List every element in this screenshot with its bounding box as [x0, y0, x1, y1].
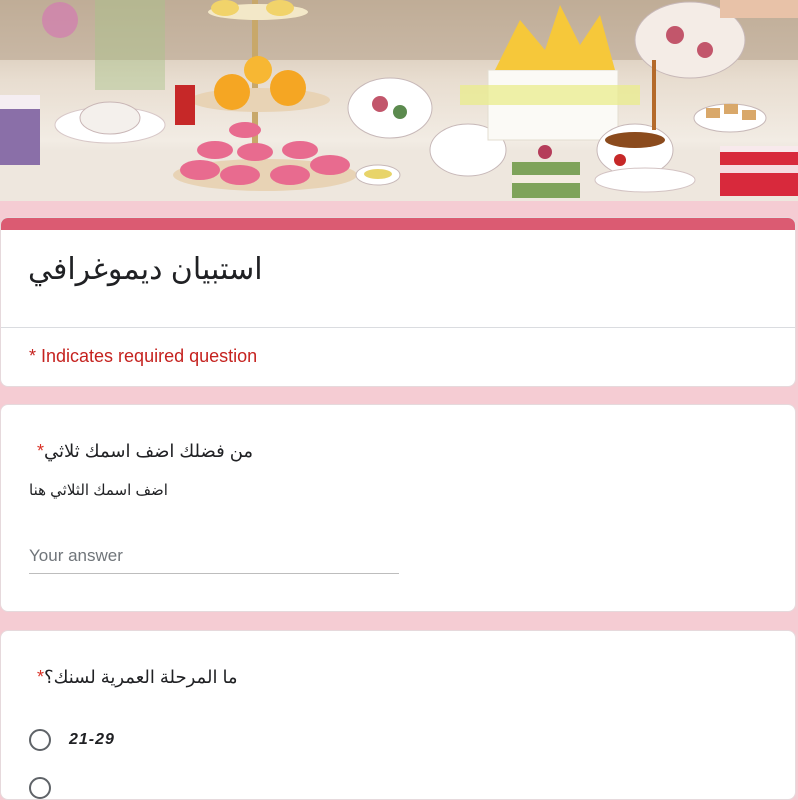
tea-party-illustration [0, 0, 798, 201]
age-option-21-29[interactable]: 21-29 [29, 729, 115, 751]
radio-button[interactable] [29, 777, 51, 799]
question-title-text: من فضلك اضف اسمك ثلاثي [44, 441, 254, 461]
required-asterisk: * [37, 667, 45, 687]
name-answer-input[interactable] [29, 539, 399, 574]
radio-button[interactable] [29, 729, 51, 751]
header-banner-image [0, 0, 798, 201]
question-title: ما المرحلة العمرية لسنك؟* [29, 667, 238, 688]
form-title: استبيان ديموغرافي [28, 253, 263, 286]
question-title: من فضلك اضف اسمك ثلاثي* [29, 441, 253, 462]
accent-bar [1, 218, 795, 230]
required-note: * Indicates required question [29, 346, 258, 366]
age-option-next[interactable] [29, 777, 51, 799]
question-card-age: ما المرحلة العمرية لسنك؟* 21-29 [0, 630, 796, 800]
header-divider [1, 327, 795, 328]
required-asterisk: * [37, 441, 45, 461]
question-card-name: من فضلك اضف اسمك ثلاثي* اضف اسمك الثلاثي… [0, 404, 796, 612]
question-title-text: ما المرحلة العمرية لسنك؟ [44, 667, 238, 687]
option-label: 21-29 [69, 731, 115, 748]
question-description: اضف اسمك الثلاثي هنا [29, 482, 168, 499]
form-header-card: * Indicates required question [0, 217, 796, 387]
